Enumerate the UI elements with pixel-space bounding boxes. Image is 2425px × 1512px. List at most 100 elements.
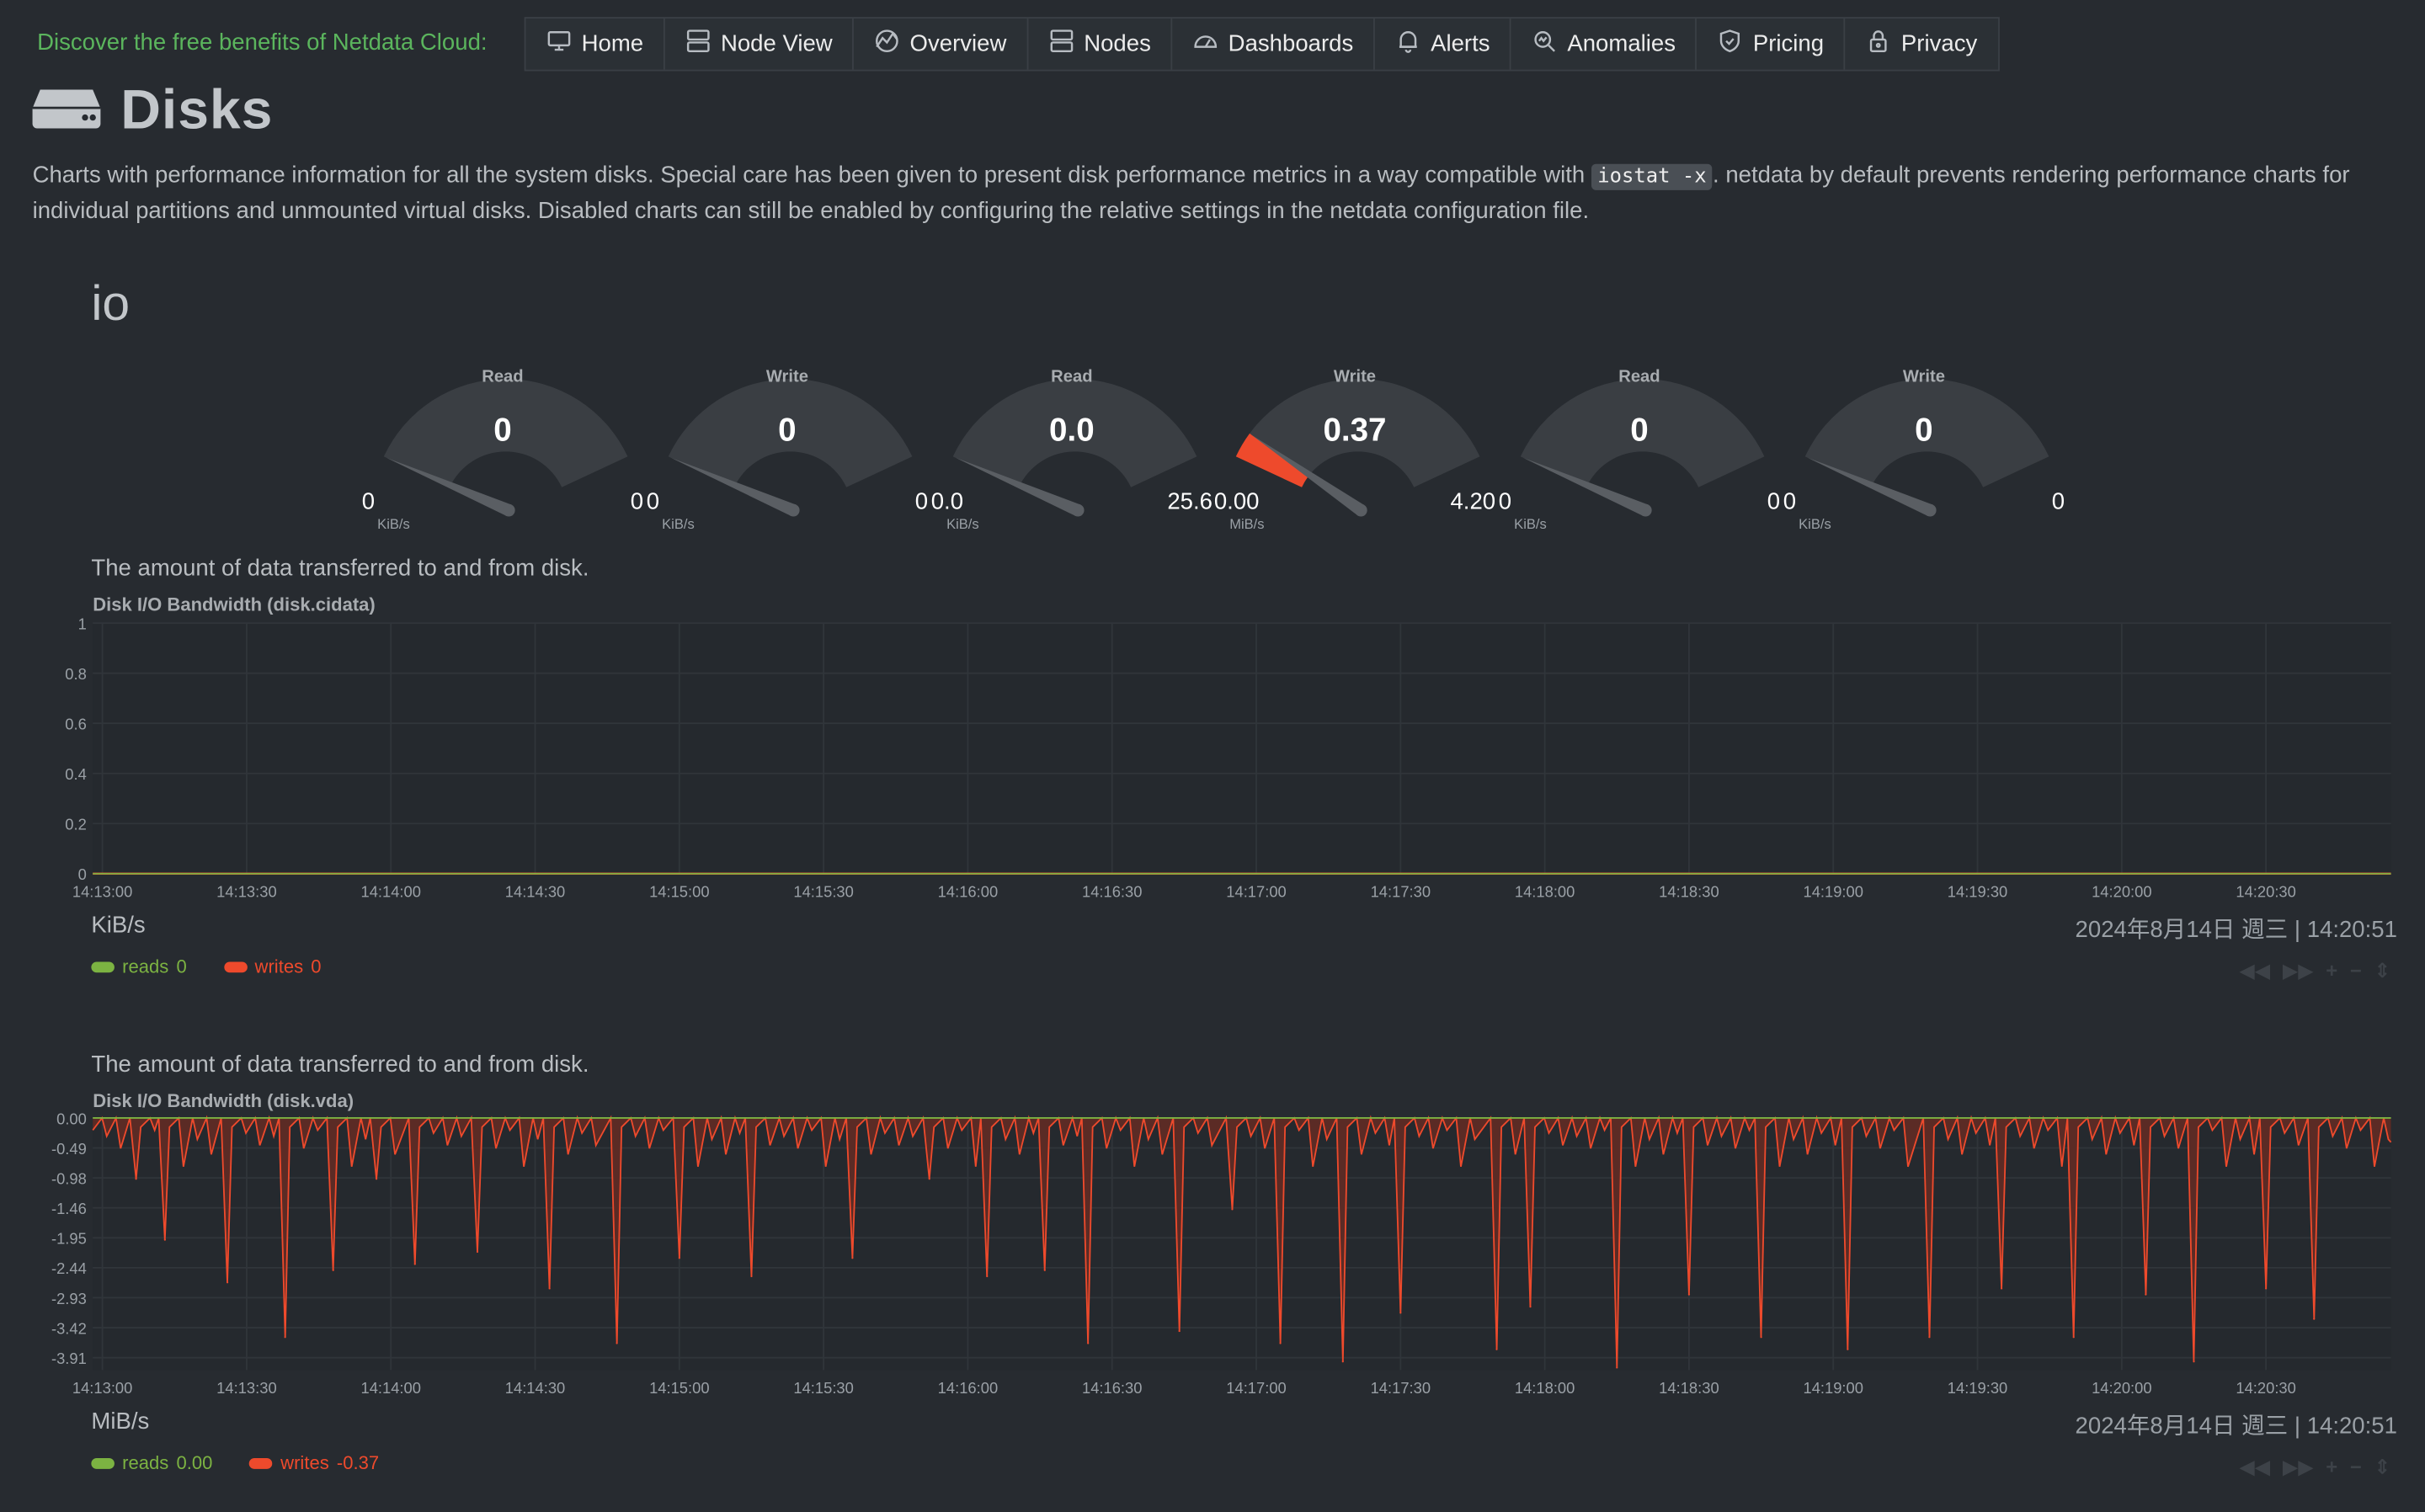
writes-spike-point xyxy=(413,1263,416,1265)
x-tick-label: 14:18:30 xyxy=(1659,882,1719,900)
nav-overview[interactable]: Overview xyxy=(854,19,1029,70)
writes-spike-point xyxy=(332,1269,334,1271)
chart-controls: ◀◀ ▶▶ + − ⇕ xyxy=(2239,959,2390,983)
chart-vda[interactable]: 0.00 -0.49 -0.98 -1.46 -1.95 -2.44 -2.93 -3.42 -… xyxy=(0,1109,2425,1403)
nav-pricing[interactable]: Pricing xyxy=(1698,19,1846,70)
gauge-max: 4.20 xyxy=(1450,488,1496,515)
nav-label: Node View xyxy=(720,30,833,57)
zoom-out-icon[interactable]: − xyxy=(2350,1455,2362,1479)
writes-spike-point xyxy=(375,1178,378,1180)
writes-spike-point xyxy=(2313,1318,2316,1320)
legend-name: writes xyxy=(280,1451,329,1474)
writes-spike-point xyxy=(1529,1306,1532,1308)
nodes-icon xyxy=(1048,28,1074,61)
resize-icon[interactable]: ⇕ xyxy=(2374,1455,2391,1479)
legend-reads[interactable]: reads 0.00 xyxy=(91,1452,212,1473)
y-tick-label: 0 xyxy=(78,865,87,883)
x-tick-label: 14:13:30 xyxy=(216,1379,276,1397)
writes-spike-point xyxy=(1687,1293,1691,1296)
nav-label: Nodes xyxy=(1084,30,1151,57)
pan-right-icon[interactable]: ▶▶ xyxy=(2283,959,2314,983)
writes-spike-point xyxy=(1495,1348,1498,1350)
writes-spike-point xyxy=(2000,1287,2003,1290)
anomaly-search-icon xyxy=(1532,28,1558,61)
writes-spike-point xyxy=(2265,1287,2268,1290)
chart-description: The amount of data transferred to and fr… xyxy=(91,1051,589,1078)
nav-node-view[interactable]: Node View xyxy=(665,19,855,70)
writes-spike-point xyxy=(1760,1336,1762,1339)
zoom-in-icon[interactable]: + xyxy=(2326,959,2337,983)
y-tick-label: -0.49 xyxy=(51,1140,87,1158)
x-tick-label: 14:15:30 xyxy=(793,882,853,900)
gauge-value: 0 xyxy=(1915,413,1933,449)
gauge-min: 0.00 xyxy=(1213,488,1260,515)
writes-spike-point xyxy=(1616,1366,1618,1369)
section-intro: Charts with performance information for … xyxy=(33,159,2399,227)
gauge-read: Read 0 0 KiB/s 0 xyxy=(1492,362,1786,540)
nav-label: Dashboards xyxy=(1228,30,1354,57)
y-tick-label: -0.98 xyxy=(51,1169,87,1187)
x-tick-label: 14:16:00 xyxy=(938,1379,998,1397)
writes-spike-point xyxy=(226,1281,229,1284)
nav-anomalies[interactable]: Anomalies xyxy=(1511,19,1698,70)
gauge-min: 0 xyxy=(1783,488,1797,515)
server-icon xyxy=(685,28,712,61)
nav-alerts[interactable]: Alerts xyxy=(1375,19,1512,70)
writes-spike-point xyxy=(476,1250,479,1254)
nav-label: Pricing xyxy=(1752,30,1825,57)
writes-spike-point xyxy=(851,1257,854,1259)
y-tick-label: 0.2 xyxy=(65,816,87,833)
x-tick-label: 14:20:00 xyxy=(2092,1379,2151,1397)
writes-spike-point xyxy=(1279,1342,1282,1344)
writes-spike-point xyxy=(1231,1208,1234,1211)
nav-dashboards[interactable]: Dashboards xyxy=(1173,19,1375,70)
zoom-out-icon[interactable]: − xyxy=(2350,959,2362,983)
dashboard-icon xyxy=(1192,28,1218,61)
x-tick-label: 14:13:00 xyxy=(72,1379,132,1397)
nav-home[interactable]: Home xyxy=(525,19,665,70)
nav-label: Anomalies xyxy=(1567,30,1676,57)
pan-left-icon[interactable]: ◀◀ xyxy=(2239,959,2270,983)
x-tick-label: 14:14:00 xyxy=(360,1379,420,1397)
writes-spike-point xyxy=(986,1275,989,1278)
writes-spike-point xyxy=(284,1336,286,1339)
top-bar: Discover the free benefits of Netdata Cl… xyxy=(0,0,2425,87)
legend-name: reads xyxy=(122,956,169,977)
gauge-max: 0 xyxy=(2051,488,2065,515)
chart-unit: MiB/s xyxy=(91,1408,150,1435)
legend-writes[interactable]: writes -0.37 xyxy=(249,1451,379,1474)
gauge-value: 0 xyxy=(1630,413,1649,449)
writes-spike-point xyxy=(163,1238,166,1241)
gauge-label: Read xyxy=(1051,368,1093,387)
gauge-write: Write 0 0 KiB/s 0 xyxy=(640,362,934,540)
writes-spike-point xyxy=(135,1178,137,1180)
gauge-hub xyxy=(1071,503,1085,517)
chart-timestamp: 2024年8月14日 週三 | 14:20:51 xyxy=(2075,917,2397,944)
writes-spike-point xyxy=(2193,1360,2195,1363)
gauge-hub xyxy=(786,503,800,517)
gauge-min: 0 xyxy=(646,488,660,515)
resize-icon[interactable]: ⇕ xyxy=(2374,959,2391,983)
gauge-unit: KiB/s xyxy=(1514,516,1547,532)
legend-reads[interactable]: reads 0 xyxy=(91,956,187,977)
zoom-in-icon[interactable]: + xyxy=(2326,1455,2337,1479)
chart-cidata[interactable]: 1 0.8 0.6 0.4 0.2 014:13:00 14:13:30 14:14:00 14… xyxy=(0,612,2425,906)
pan-left-icon[interactable]: ◀◀ xyxy=(2239,1455,2270,1479)
pan-right-icon[interactable]: ▶▶ xyxy=(2283,1455,2314,1479)
gauge-write: Write 0.37 0.00 MiB/s 4.20 xyxy=(1207,362,1501,540)
legend-writes[interactable]: writes 0 xyxy=(223,956,322,977)
nav-nodes[interactable]: Nodes xyxy=(1028,19,1173,70)
gauge-label: Read xyxy=(1618,368,1660,387)
x-tick-label: 14:17:30 xyxy=(1371,1379,1431,1397)
gauge-unit: KiB/s xyxy=(946,516,979,532)
gauge-min: 0 xyxy=(1498,488,1512,515)
y-tick-label: -1.46 xyxy=(51,1200,87,1217)
subsection-title: io xyxy=(91,274,131,332)
writes-spike-point xyxy=(928,1178,930,1180)
x-tick-label: 14:17:00 xyxy=(1226,1379,1286,1397)
nav-privacy[interactable]: Privacy xyxy=(1846,19,1997,70)
writes-spike-point xyxy=(616,1342,618,1344)
x-tick-label: 14:18:00 xyxy=(1515,1379,1575,1397)
shield-icon xyxy=(1718,28,1744,61)
gauge-label: Write xyxy=(765,368,808,387)
